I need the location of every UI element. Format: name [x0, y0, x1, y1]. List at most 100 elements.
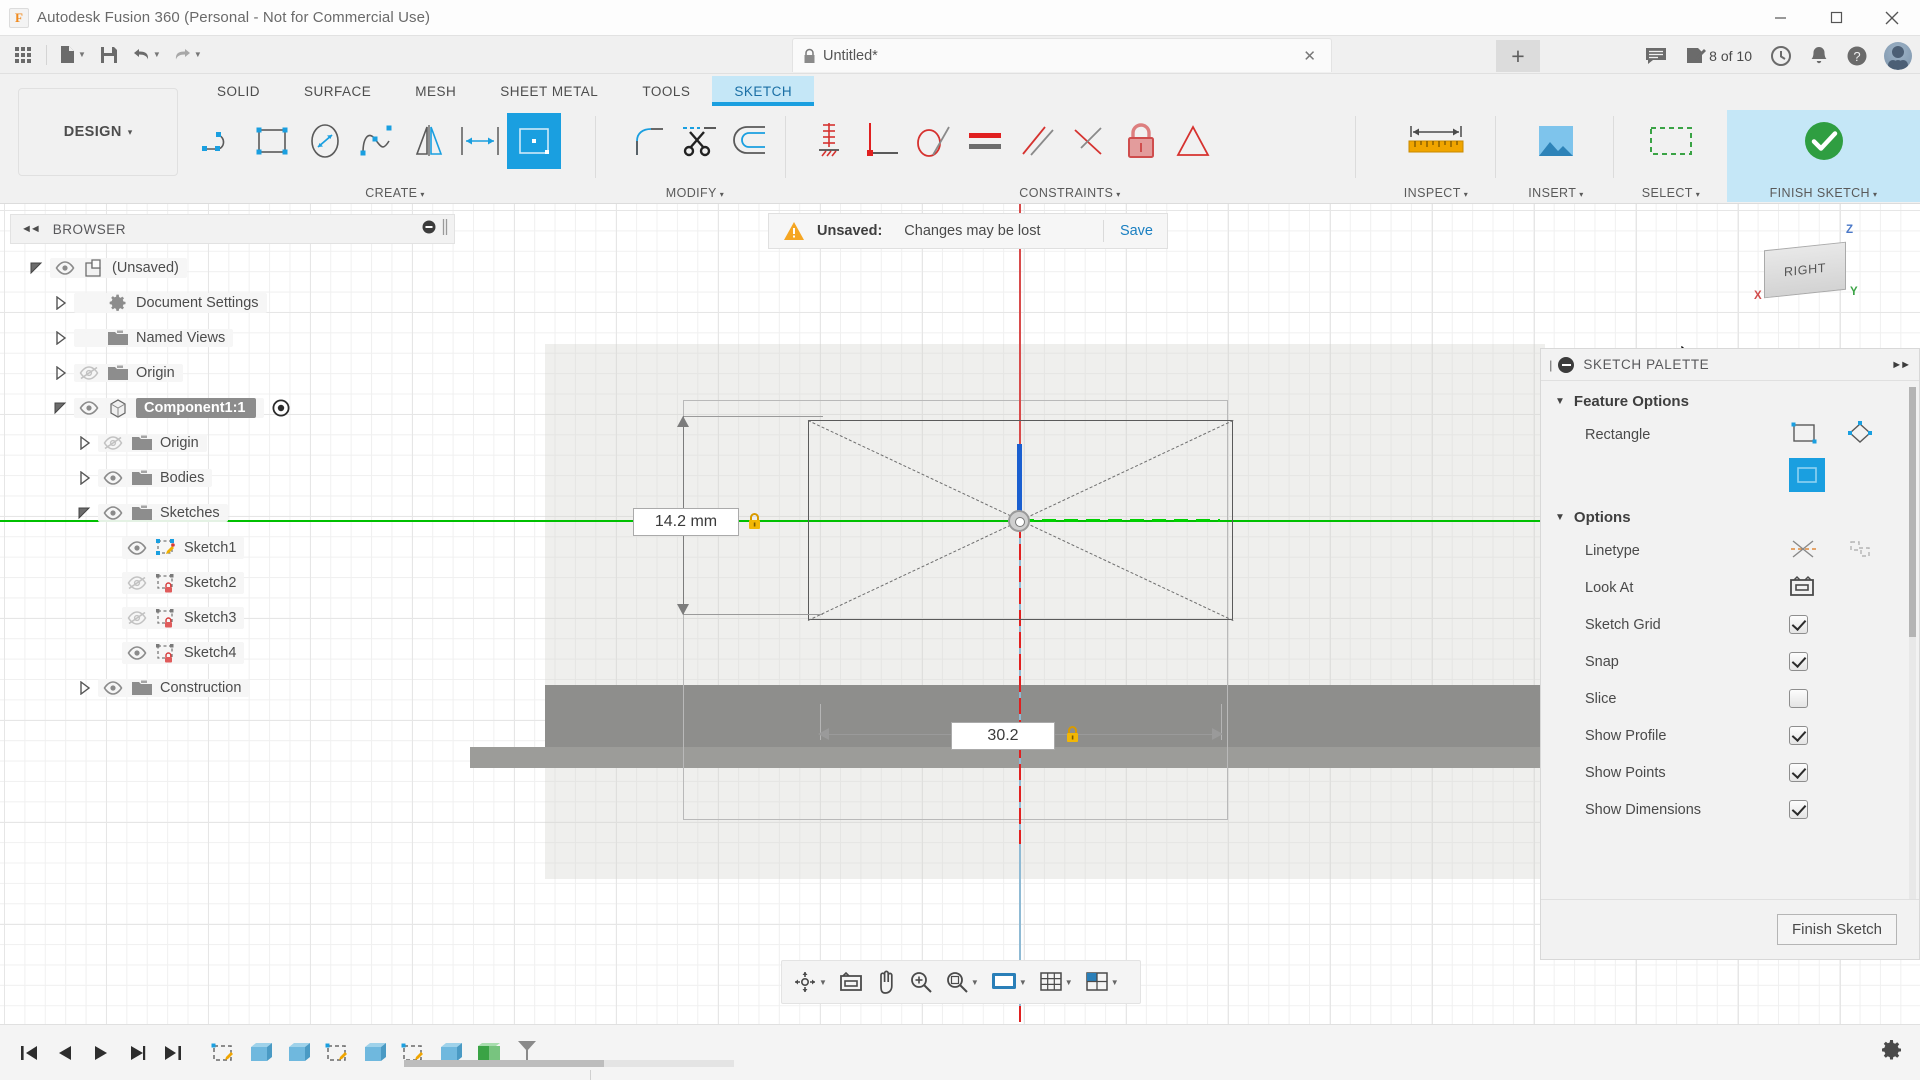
extrude-feature-icon[interactable] [244, 1036, 278, 1070]
tangent-icon[interactable] [907, 113, 959, 169]
checkbox-show-dimensions[interactable] [1789, 800, 1808, 819]
tab-sheet-metal[interactable]: SHEET METAL [478, 76, 620, 106]
circle-icon[interactable] [299, 113, 351, 169]
chevron-down-icon[interactable]: ▼ [819, 978, 827, 987]
construction-line-icon[interactable] [1789, 536, 1819, 566]
browser-item-sketch1[interactable]: Sketch1 [10, 530, 455, 565]
parallel-icon[interactable] [1011, 113, 1063, 169]
eye-visible-icon[interactable] [74, 401, 104, 415]
browser-item-sketch4[interactable]: Sketch4 [10, 635, 455, 670]
insert-image-icon[interactable] [1511, 113, 1601, 169]
spline-icon[interactable] [351, 113, 403, 169]
clock-icon[interactable] [1762, 39, 1800, 73]
centerline-icon[interactable] [1845, 536, 1875, 566]
palette-row-slice[interactable]: Slice [1541, 680, 1919, 717]
equal-icon[interactable] [959, 113, 1011, 169]
palette-row-show-points[interactable]: Show Points [1541, 754, 1919, 791]
redo-icon[interactable]: ▼ [169, 40, 206, 70]
app-grid-icon[interactable] [8, 40, 38, 70]
collapse-arrow-icon[interactable] [48, 296, 74, 310]
collapse-left-icon[interactable]: ◄◄ [21, 223, 39, 235]
chevron-down-icon[interactable]: ▼ [1065, 978, 1073, 987]
dimension-lock-icon-horizontal[interactable] [1065, 725, 1080, 742]
chevron-down-icon[interactable]: ▼ [153, 50, 161, 59]
maximize-button[interactable] [1808, 0, 1864, 36]
ribbon-panel-finish-sketch[interactable]: FINISH SKETCH▾ [1727, 110, 1920, 202]
save-link[interactable]: Save [1120, 223, 1153, 239]
palette-scrollbar[interactable] [1909, 387, 1916, 917]
play-icon[interactable] [86, 1037, 116, 1069]
collapse-arrow-icon[interactable] [72, 436, 98, 450]
workspace-selector[interactable]: DESIGN ▾ [18, 88, 178, 176]
minimize-button[interactable] [1752, 0, 1808, 36]
chevron-down-icon[interactable]: ▼ [78, 50, 86, 59]
look-at-icon[interactable] [1789, 574, 1815, 602]
eye-hidden-icon[interactable] [74, 366, 104, 380]
undo-icon[interactable]: ▼ [128, 40, 165, 70]
expand-right-icon[interactable]: ►► [1891, 359, 1919, 371]
collapse-arrow-icon[interactable] [72, 471, 98, 485]
expand-arrow-icon[interactable] [48, 401, 74, 415]
finish-sketch-check-icon[interactable] [1764, 113, 1884, 169]
expand-arrow-icon[interactable] [24, 261, 50, 275]
eye-visible-icon[interactable] [98, 471, 128, 485]
sketch-feature-icon[interactable] [320, 1036, 354, 1070]
eye-hidden-icon[interactable] [98, 436, 128, 450]
extension-manager-icon[interactable]: 8 of 10 [1677, 39, 1760, 73]
two-point-rectangle-icon[interactable] [1789, 420, 1819, 450]
ribbon-panel-label-select[interactable]: SELECT▾ [1615, 186, 1727, 200]
browser-item-unsaved[interactable]: (Unsaved) [10, 250, 455, 285]
ribbon-panel-label-create[interactable]: CREATE▾ [195, 186, 595, 200]
section-feature-options[interactable]: ▼ Feature Options [1541, 381, 1919, 416]
display-settings-icon[interactable]: ▼ [986, 964, 1032, 1000]
eye-visible-icon[interactable] [50, 261, 80, 275]
close-icon[interactable]: ✕ [1298, 47, 1321, 65]
jump-end-icon[interactable] [158, 1037, 188, 1069]
browser-item-sketches[interactable]: Sketches [10, 495, 455, 530]
browser-item-document-settings[interactable]: Document Settings [10, 285, 455, 320]
collapse-arrow-icon[interactable] [48, 331, 74, 345]
timeline-scrollbar[interactable] [404, 1060, 734, 1067]
expand-arrow-icon[interactable] [72, 506, 98, 520]
timeline-settings-gear-icon[interactable] [1880, 1038, 1920, 1067]
chevron-down-icon[interactable]: ▼ [1555, 512, 1565, 523]
horizontal-dimension-value[interactable]: 30.2 [951, 722, 1055, 750]
ribbon-panel-label-constraints[interactable]: CONSTRAINTS▾ [785, 186, 1355, 200]
viewports-icon[interactable]: ▼ [1080, 964, 1124, 1000]
panel-grip-icon[interactable] [442, 218, 448, 241]
browser-item-bodies[interactable]: Bodies [10, 460, 455, 495]
ribbon-panel-label-modify[interactable]: MODIFY▾ [605, 186, 785, 200]
view-cube[interactable]: Z RIGHT X Y [1750, 224, 1860, 319]
tab-mesh[interactable]: MESH [393, 76, 478, 106]
help-icon[interactable]: ? [1838, 39, 1876, 73]
browser-item-sketch2[interactable]: Sketch2 [10, 565, 455, 600]
pan-hand-icon[interactable] [870, 964, 902, 1000]
zoom-window-icon[interactable]: ▼ [940, 964, 984, 1000]
checkbox-slice[interactable] [1789, 689, 1808, 708]
center-rectangle-icon[interactable] [507, 113, 561, 169]
panel-dot-icon[interactable] [422, 220, 436, 239]
extrude-feature-icon[interactable] [358, 1036, 392, 1070]
checkbox-sketch-grid[interactable] [1789, 615, 1808, 634]
dimension-lock-icon-vertical[interactable] [747, 512, 762, 529]
dimension-icon[interactable] [455, 113, 507, 169]
palette-row-sketch-grid[interactable]: Sketch Grid [1541, 606, 1919, 643]
three-point-rectangle-icon[interactable] [1845, 420, 1875, 450]
eye-hidden-icon[interactable] [122, 576, 152, 590]
browser-item-named-views[interactable]: Named Views [10, 320, 455, 355]
collapse-arrow-icon[interactable] [72, 681, 98, 695]
line-icon[interactable] [195, 113, 247, 169]
extrude-feature-icon[interactable] [282, 1036, 316, 1070]
grid-snaps-icon[interactable]: ▼ [1034, 964, 1078, 1000]
close-button[interactable] [1864, 0, 1920, 36]
coincident-icon[interactable] [1063, 113, 1115, 169]
bell-icon[interactable] [1802, 39, 1836, 73]
fillet-icon[interactable] [623, 113, 675, 169]
eye-visible-icon[interactable] [122, 541, 152, 555]
viewcube-face-right[interactable]: RIGHT [1764, 242, 1846, 299]
palette-row-snap[interactable]: Snap [1541, 643, 1919, 680]
look-at-icon[interactable] [834, 964, 868, 1000]
activate-component-icon[interactable] [272, 399, 290, 417]
horizontal-vertical-icon[interactable] [803, 113, 855, 169]
browser-item-origin[interactable]: Origin [10, 355, 455, 390]
